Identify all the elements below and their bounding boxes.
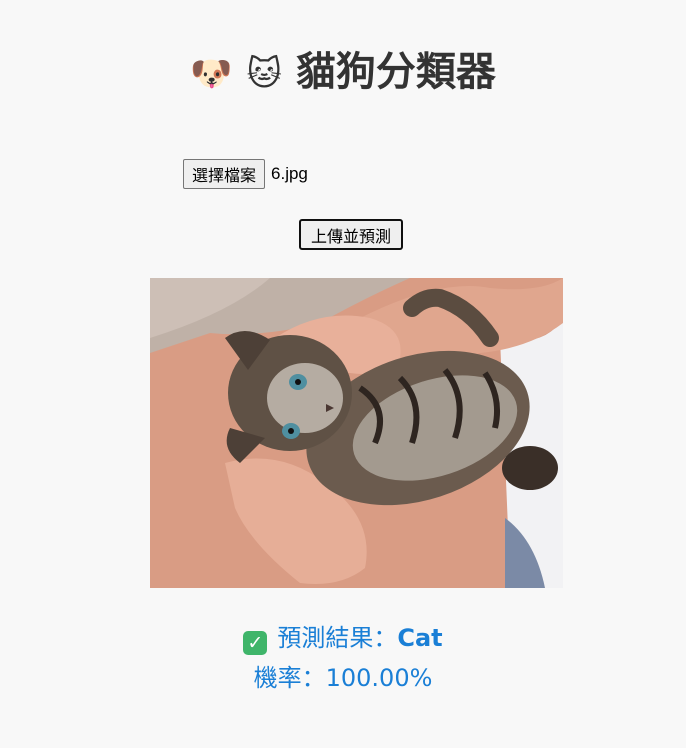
- cat-icon: 🐱: [246, 54, 282, 94]
- page: 🐶 🐱 貓狗分類器 選擇檔案 6.jpg 上傳並預測 ✓ 預測結果：Cat 機率…: [0, 0, 686, 748]
- page-title: 🐶 🐱 貓狗分類器: [0, 42, 686, 104]
- probability-text: 機率：100.00%: [253, 664, 433, 692]
- upload-and-predict-button[interactable]: 上傳並預測: [299, 219, 404, 250]
- kitten-photo-image: [150, 278, 563, 588]
- choose-file-button[interactable]: 選擇檔案: [183, 159, 266, 189]
- prediction-result: ✓ 預測結果：Cat 機率：100.00%: [0, 618, 686, 698]
- prediction-prefix: 預測結果：: [277, 624, 398, 652]
- selected-file-name: 6.jpg: [271, 164, 308, 183]
- image-preview: [150, 278, 563, 588]
- prediction-line: ✓ 預測結果：Cat: [0, 618, 686, 658]
- dog-icon: 🐶: [190, 54, 233, 94]
- page-title-text: 貓狗分類器: [295, 49, 496, 95]
- prediction-label: Cat: [397, 624, 443, 652]
- check-mark-icon: ✓: [243, 631, 268, 655]
- file-picker[interactable]: 選擇檔案 6.jpg: [183, 159, 308, 189]
